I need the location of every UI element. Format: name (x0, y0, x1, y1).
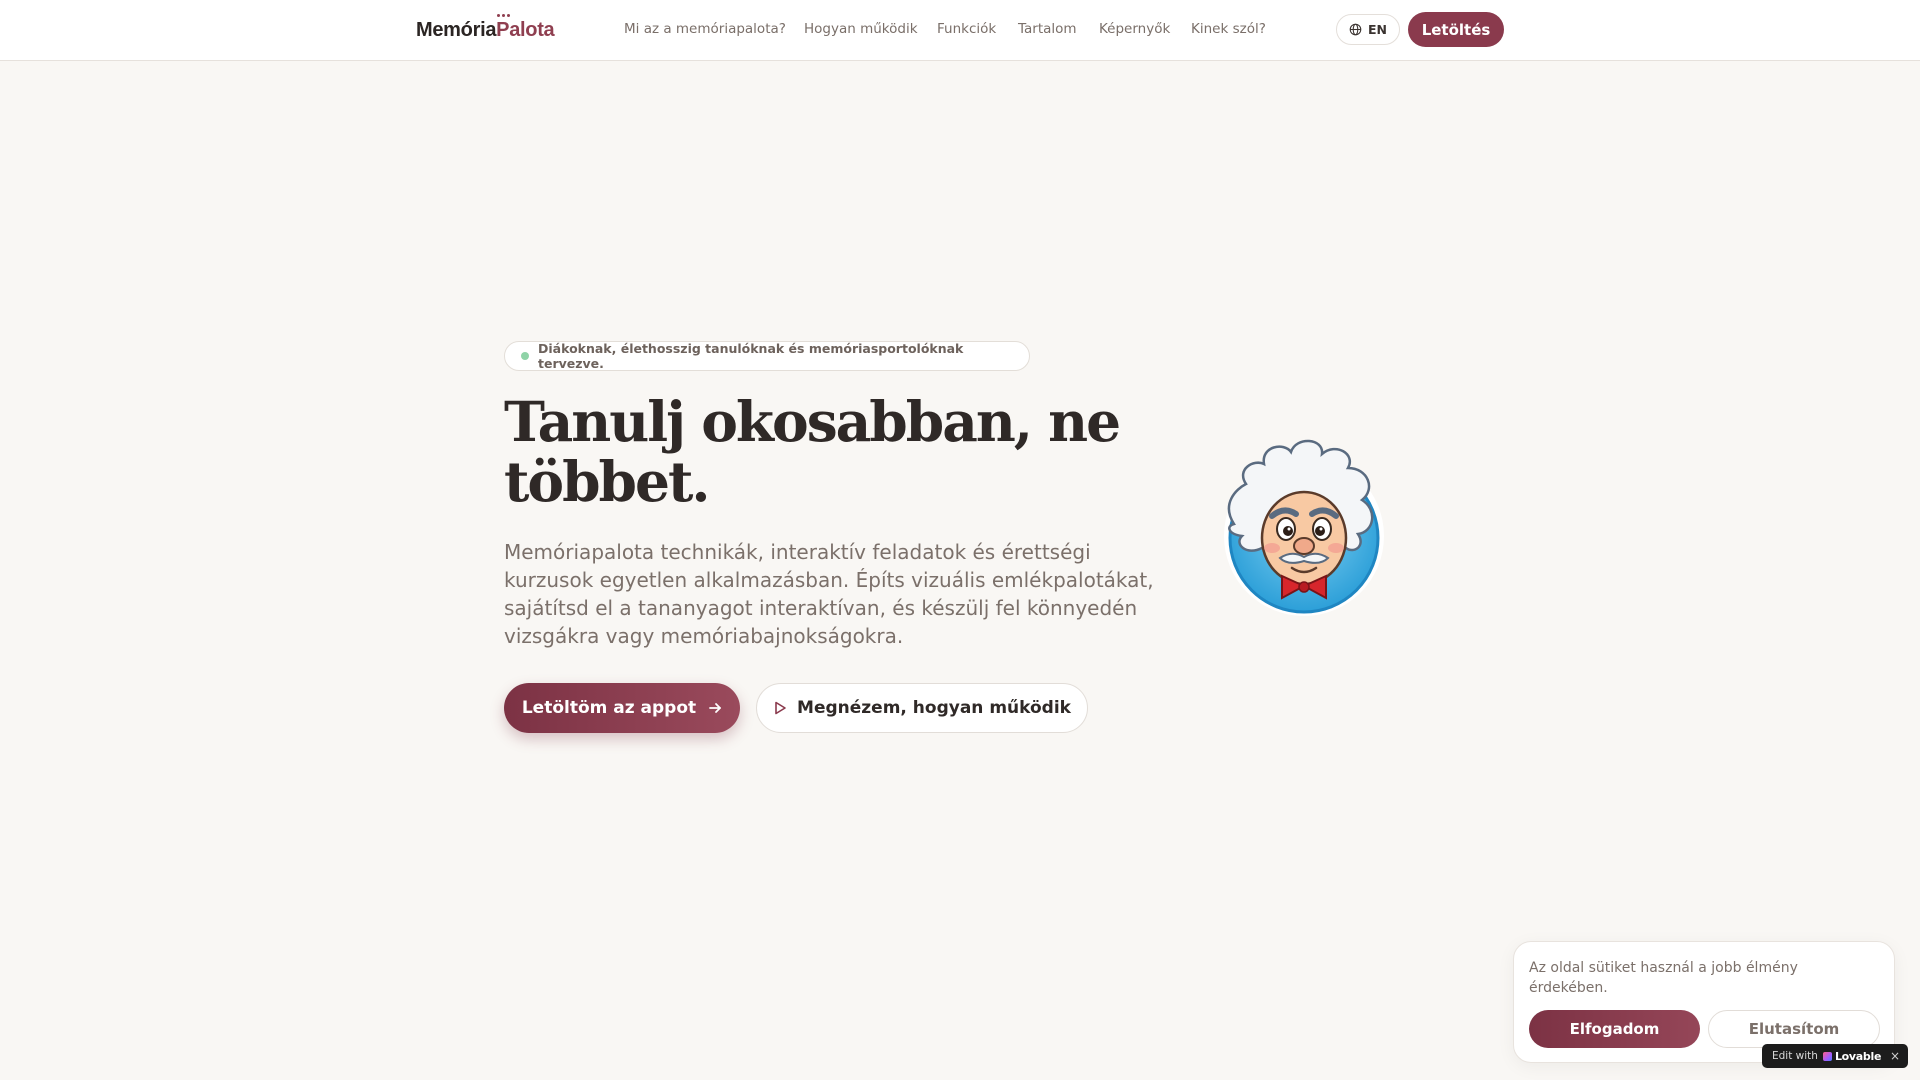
header-download-button[interactable]: Letöltés (1408, 12, 1504, 47)
download-app-button[interactable]: Letöltöm az appot (504, 683, 740, 733)
watch-how-it-works-label: Megnézem, hogyan működik (797, 698, 1071, 718)
status-dot-icon (521, 352, 529, 360)
site-header: MemóriaPalota Mi az a memóriapalota? Hog… (0, 0, 1920, 61)
arrow-right-icon (709, 703, 722, 713)
logo-text-memoria: Memória (416, 19, 497, 41)
audience-badge-text: Diákoknak, élethosszig tanulóknak és mem… (538, 341, 964, 371)
professor-mascot-icon (1224, 439, 1384, 616)
edit-with-lovable-badge[interactable]: Edit with Lovable × (1762, 1044, 1908, 1068)
lovable-logo-icon (1822, 1051, 1832, 1061)
lovable-brand: Lovable (1834, 1049, 1882, 1063)
nav-link-content[interactable]: Tartalom (1018, 21, 1077, 37)
cookie-message: Az oldal sütiket használ a jobb élmény é… (1529, 960, 1798, 996)
hero-description: Memóriapalota technikák, interaktív fela… (504, 540, 1154, 648)
language-switch-button[interactable]: EN (1336, 14, 1400, 45)
play-icon (775, 701, 786, 715)
watch-how-it-works-button[interactable]: Megnézem, hogyan működik (756, 683, 1088, 733)
nav-link-who-for[interactable]: Kinek szól? (1191, 21, 1266, 37)
globe-icon (1349, 23, 1362, 36)
cookie-accept-button[interactable]: Elfogadom (1529, 1010, 1700, 1048)
logo-text-palota: Palota (496, 19, 555, 41)
hero-title: Tanulj okosabban, ne többet. (504, 389, 1121, 514)
logo[interactable]: MemóriaPalota (416, 18, 555, 42)
nav-link-features[interactable]: Funkciók (937, 21, 996, 37)
audience-badge: Diákoknak, élethosszig tanulóknak és mem… (504, 341, 1030, 371)
download-app-label: Letöltöm az appot (521, 698, 697, 718)
lovable-prefix: Edit with (1772, 1050, 1818, 1062)
close-icon[interactable]: × (1890, 1049, 1900, 1063)
language-label: EN (1367, 22, 1387, 37)
cookie-reject-button[interactable]: Elutasítom (1708, 1010, 1880, 1048)
nav-link-what-is[interactable]: Mi az a memóriapalota? (624, 21, 786, 37)
nav-link-screens[interactable]: Képernyők (1099, 21, 1170, 37)
logo-dots-icon (497, 14, 511, 18)
nav-link-how-it-works[interactable]: Hogyan működik (804, 21, 918, 37)
